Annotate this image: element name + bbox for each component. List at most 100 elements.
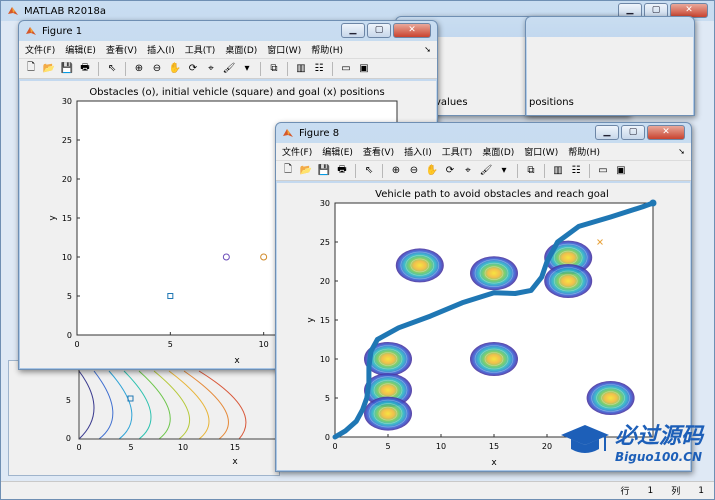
matlab-statusbar: 行 1 列 1	[1, 481, 714, 499]
bg-fig-a-title-fragment: values	[435, 97, 468, 108]
menu-edit[interactable]: 编辑(E)	[65, 43, 96, 56]
watermark: 必过源码 Biguo100.CN	[559, 418, 703, 464]
x-tick-label: 10	[259, 340, 269, 349]
legend-icon[interactable]: ☷	[568, 163, 584, 179]
y-tick-label: 15	[62, 214, 72, 223]
watermark-domain-text: Biguo100.CN	[614, 450, 703, 464]
open-file-icon[interactable]: 📂	[41, 61, 57, 77]
col-value: 1	[698, 485, 704, 496]
x-tick-label: 15	[489, 442, 499, 451]
y-tick-label: 0	[67, 331, 72, 340]
zoom-in-icon[interactable]: ⊕	[131, 61, 147, 77]
zoom-out-icon[interactable]: ⊖	[149, 61, 165, 77]
menu-file[interactable]: 文件(F)	[282, 145, 312, 158]
row-label: 行	[620, 487, 630, 497]
background-figure-window-b[interactable]: positions	[525, 16, 695, 116]
menu-insert[interactable]: 插入(I)	[404, 145, 432, 158]
contour-xtick: 5	[128, 443, 133, 452]
edit-plot-icon[interactable]: ⇖	[104, 61, 120, 77]
data-cursor-icon[interactable]: ⌖	[460, 163, 476, 179]
x-tick-label: 0	[74, 340, 79, 349]
zoom-in-icon[interactable]: ⊕	[388, 163, 404, 179]
menu-tools[interactable]: 工具(T)	[442, 145, 473, 158]
contour-plot: 5 0 0 5 10 15 x	[66, 366, 280, 467]
menu-help[interactable]: 帮助(H)	[311, 43, 343, 56]
contour-xtick: 15	[230, 443, 240, 452]
menu-dock-arrow-icon[interactable]: ➘	[678, 147, 685, 156]
data-cursor-icon[interactable]: ⌖	[203, 61, 219, 77]
y-tick-label: 30	[62, 97, 72, 106]
menu-dock-arrow-icon[interactable]: ➘	[424, 45, 431, 54]
zoom-out-icon[interactable]: ⊖	[406, 163, 422, 179]
brush-icon[interactable]: 🖌	[478, 163, 494, 179]
show-plot-tools-icon[interactable]: ▣	[613, 163, 629, 179]
close-button[interactable]: ✕	[393, 23, 431, 38]
y-tick-label: 10	[62, 253, 72, 262]
figure-1-xlabel: x	[234, 356, 240, 366]
figure-8-title: Figure 8	[299, 127, 340, 139]
brush-dropdown-icon[interactable]: ▾	[496, 163, 512, 179]
figure-1-menubar: 文件(F) 编辑(E) 查看(V) 插入(I) 工具(T) 桌面(D) 窗口(W…	[19, 41, 437, 59]
rotate-3d-icon[interactable]: ⟳	[185, 61, 201, 77]
toolbar-separator	[287, 61, 288, 76]
legend-icon[interactable]: ☷	[311, 61, 327, 77]
maximize-button[interactable]: ▢	[621, 125, 645, 140]
menu-file[interactable]: 文件(F)	[25, 43, 55, 56]
hide-plot-tools-icon[interactable]: ▭	[338, 61, 354, 77]
brush-icon[interactable]: 🖌	[221, 61, 237, 77]
figure-1-window-controls: ▁ ▢ ✕	[341, 23, 431, 38]
menu-tools[interactable]: 工具(T)	[185, 43, 216, 56]
contour-ytick: 5	[66, 396, 71, 405]
background-contour-figure: 5 0 0 5 10 15 x	[8, 360, 280, 476]
toolbar-separator	[517, 163, 518, 178]
edit-plot-icon[interactable]: ⇖	[361, 163, 377, 179]
x-tick-label: 5	[385, 442, 390, 451]
save-icon[interactable]: 💾	[59, 61, 75, 77]
pan-icon[interactable]: ✋	[167, 61, 183, 77]
colorbar-icon[interactable]: ▥	[293, 61, 309, 77]
y-tick-label: 15	[320, 316, 330, 325]
x-tick-label: 10	[436, 442, 446, 451]
maximize-button[interactable]: ▢	[367, 23, 391, 38]
matlab-logo-icon	[8, 7, 18, 15]
minimize-button[interactable]: ▁	[595, 125, 619, 140]
y-tick-label: 20	[320, 277, 330, 286]
hide-plot-tools-icon[interactable]: ▭	[595, 163, 611, 179]
minimize-button[interactable]: ▁	[341, 23, 365, 38]
toolbar-separator	[260, 61, 261, 76]
brush-dropdown-icon[interactable]: ▾	[239, 61, 255, 77]
bg-fig-b-titlebar	[526, 17, 694, 37]
row-value: 1	[647, 485, 654, 496]
save-icon[interactable]: 💾	[316, 163, 332, 179]
menu-edit[interactable]: 编辑(E)	[322, 145, 353, 158]
menu-view[interactable]: 查看(V)	[106, 43, 137, 56]
print-icon[interactable]: 🖶	[77, 61, 93, 77]
menu-window[interactable]: 窗口(W)	[267, 43, 301, 56]
toolbar-separator	[382, 163, 383, 178]
new-figure-icon[interactable]: 🗋	[23, 61, 39, 77]
print-icon[interactable]: 🖶	[334, 163, 350, 179]
close-button[interactable]: ✕	[647, 125, 685, 140]
open-file-icon[interactable]: 📂	[298, 163, 314, 179]
x-tick-label: 0	[332, 442, 337, 451]
y-tick-label: 0	[325, 433, 330, 442]
menu-desktop[interactable]: 桌面(D)	[482, 145, 514, 158]
bg-fig-b-title-fragment: positions	[529, 97, 574, 108]
menu-insert[interactable]: 插入(I)	[147, 43, 175, 56]
link-plot-icon[interactable]: ⧉	[266, 61, 282, 77]
link-plot-icon[interactable]: ⧉	[523, 163, 539, 179]
bg-fig-b-body: positions	[527, 37, 693, 115]
menu-desktop[interactable]: 桌面(D)	[225, 43, 257, 56]
pan-icon[interactable]: ✋	[424, 163, 440, 179]
menu-window[interactable]: 窗口(W)	[524, 145, 558, 158]
figure-icon	[26, 27, 36, 35]
y-tick-label: 25	[320, 238, 330, 247]
show-plot-tools-icon[interactable]: ▣	[356, 61, 372, 77]
obstacle-potential-field	[470, 256, 518, 291]
menu-view[interactable]: 查看(V)	[363, 145, 394, 158]
contour-lines	[78, 370, 247, 440]
rotate-3d-icon[interactable]: ⟳	[442, 163, 458, 179]
menu-help[interactable]: 帮助(H)	[568, 145, 600, 158]
new-figure-icon[interactable]: 🗋	[280, 163, 296, 179]
colorbar-icon[interactable]: ▥	[550, 163, 566, 179]
